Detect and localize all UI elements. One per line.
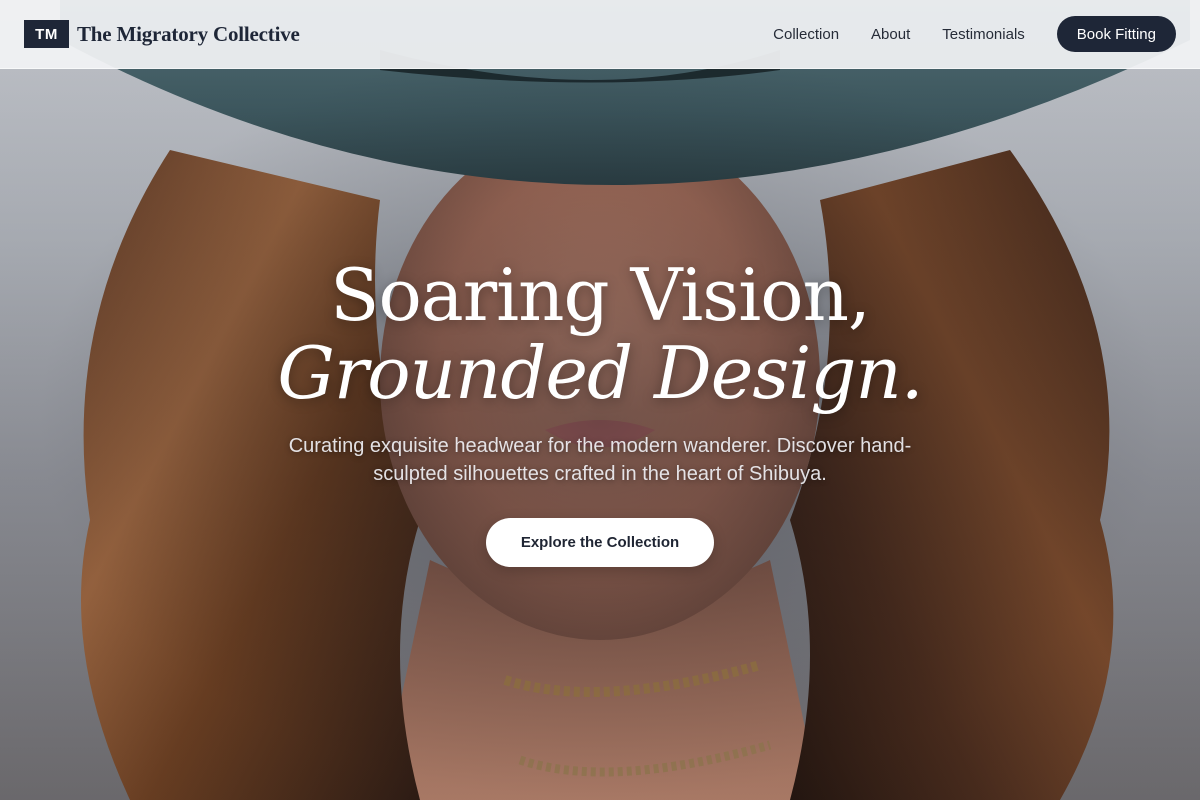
hero-headline-line-2: Grounded Design. — [277, 331, 923, 415]
hero-content: Soaring Vision, Grounded Design. Curatin… — [0, 256, 1200, 567]
main-nav: Collection About Testimonials Book Fitti… — [773, 16, 1176, 52]
nav-link-collection[interactable]: Collection — [773, 26, 839, 43]
brand-logo[interactable]: TM The Migratory Collective — [24, 20, 300, 48]
explore-collection-button[interactable]: Explore the Collection — [486, 518, 714, 567]
book-fitting-button[interactable]: Book Fitting — [1056, 16, 1176, 52]
hero-subtitle: Curating exquisite headwear for the mode… — [288, 435, 912, 485]
top-navbar: TM The Migratory Collective Collection A… — [0, 0, 1200, 69]
brand-mark: TM — [24, 20, 69, 48]
brand-name: The Migratory Collective — [77, 21, 300, 46]
hero-headline-line-1: Soaring Vision, — [330, 253, 871, 337]
nav-link-about[interactable]: About — [871, 26, 910, 43]
hero-headline: Soaring Vision, Grounded Design. — [0, 256, 1200, 412]
nav-link-testimonials[interactable]: Testimonials — [942, 26, 1025, 43]
